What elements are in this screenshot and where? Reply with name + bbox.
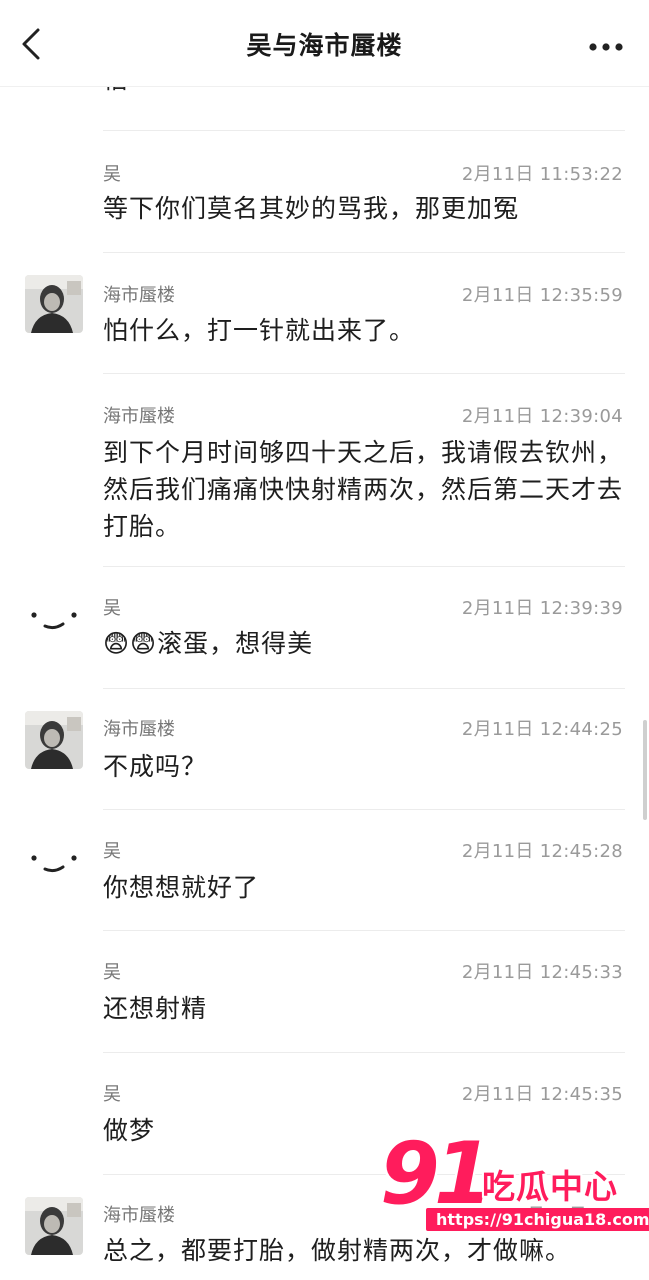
divider — [103, 566, 625, 567]
sender-name: 吴 — [103, 1084, 121, 1105]
avatar[interactable] — [25, 1197, 83, 1255]
message-text: 不成吗？ — [103, 752, 208, 781]
message-time: 2月11日 12:45:28 — [461, 841, 623, 862]
message-text: 还想射精 — [103, 994, 208, 1023]
divider — [103, 130, 625, 131]
user-photo-avatar — [25, 711, 83, 769]
top-nav-bar: 吴与海市蜃楼 — [0, 0, 649, 87]
more-options-button[interactable] — [585, 32, 629, 62]
scrollbar[interactable] — [643, 720, 647, 820]
sender-name: 吴 — [103, 962, 121, 983]
avatar[interactable] — [25, 833, 83, 891]
divider — [103, 930, 625, 931]
divider — [103, 809, 625, 810]
message-time: 2月11日 12:45:33 — [461, 962, 623, 983]
message-text: 😨😨滚蛋，想得美 — [103, 629, 314, 658]
divider — [103, 373, 625, 374]
sender-name: 吴 — [103, 164, 121, 185]
message-text: 到下个月时间够四十天之后，我请假去钦州，然后我们痛痛快快射精两次，然后第二天才去… — [103, 438, 624, 541]
sender-name: 海市蜃楼 — [103, 1205, 175, 1226]
page-title: 吴与海市蜃楼 — [246, 31, 403, 60]
divider — [103, 252, 625, 253]
divider — [103, 688, 625, 689]
avatar[interactable] — [25, 275, 83, 333]
message-time: 2月11日 12:35:59 — [461, 285, 623, 306]
avatar[interactable] — [25, 711, 83, 769]
sender-name: 海市蜃楼 — [103, 406, 175, 427]
user-photo-avatar — [25, 1197, 83, 1255]
divider — [103, 1052, 625, 1053]
watermark-url: https://91chigua18.com — [426, 1208, 649, 1231]
sender-name: 吴 — [103, 598, 121, 619]
smiley-face-avatar — [25, 833, 83, 891]
message-text: 你想想就好了 — [103, 873, 260, 902]
more-dots-icon — [589, 43, 623, 51]
sender-name: 吴 — [103, 841, 121, 862]
smiley-face-avatar — [25, 590, 83, 648]
watermark-logo: 91 吃瓜中心 https://91chigua18.com — [380, 1124, 649, 1242]
message-text: 等下你们莫名其妙的骂我，那更加冤 — [103, 194, 520, 223]
watermark-brand: 吃瓜中心 — [482, 1167, 618, 1206]
message-time: 2月11日 12:39:39 — [461, 598, 623, 619]
avatar[interactable] — [25, 590, 83, 648]
sender-name: 海市蜃楼 — [103, 285, 175, 306]
message-time: 2月11日 12:45:35 — [461, 1084, 623, 1105]
user-photo-avatar — [25, 275, 83, 333]
message-text: 怕什么，打一针就出来了。 — [103, 316, 416, 345]
message-time: 2月11日 12:44:25 — [461, 719, 623, 740]
message-time: 2月11日 11:53:22 — [461, 164, 623, 185]
sender-name: 海市蜃楼 — [103, 719, 175, 740]
message-time: 2月11日 12:39:04 — [461, 406, 623, 427]
chat-history-page: 吴与海市蜃楼 怕 吴 2月11日 11:53:22 等下你们莫名其妙的骂我，那更… — [0, 0, 649, 1280]
